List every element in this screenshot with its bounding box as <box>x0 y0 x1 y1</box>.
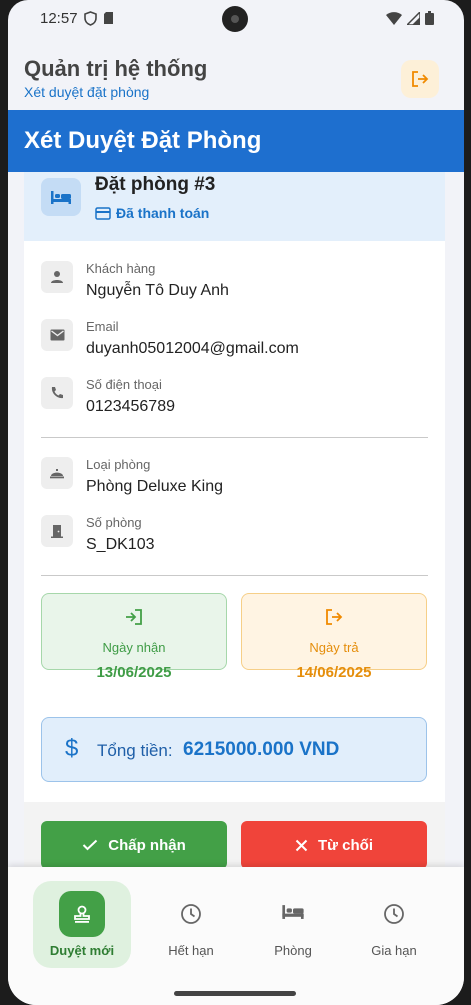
clock-icon <box>141 903 241 925</box>
divider <box>41 575 428 576</box>
check-out-box: Ngày trả 14/06/2025 <box>241 593 427 681</box>
check-out-date: 14/06/2025 <box>296 664 372 681</box>
field-customer: Khách hàng Nguyễn Tô Duy Anh <box>41 261 431 311</box>
status-time: 12:57 <box>40 10 78 27</box>
field-value: 0123456789 <box>86 398 175 415</box>
booking-card-header: Đặt phòng #3 Đã thanh toán <box>24 172 445 241</box>
home-indicator[interactable] <box>174 991 296 996</box>
shield-icon <box>84 11 97 26</box>
accept-button[interactable]: Chấp nhận <box>41 821 227 869</box>
nav-label: Phòng <box>274 943 312 958</box>
reject-button-label: Từ chối <box>317 836 374 854</box>
nav-label: Gia hạn <box>371 943 417 958</box>
nav-item-expired[interactable]: Hết hạn <box>141 881 241 971</box>
accept-button-label: Chấp nhận <box>108 836 186 854</box>
app-subtitle: Xét duyệt đặt phòng <box>24 84 150 100</box>
status-icons-right <box>386 11 434 25</box>
booking-card: Đặt phòng #3 Đã thanh toán Khách hàng Ng… <box>24 172 445 872</box>
field-room-type: Loại phòng Phòng Deluxe King <box>41 457 431 507</box>
close-icon <box>295 839 308 851</box>
bed-icon-box <box>41 178 81 216</box>
field-value: duyanh05012004@gmail.com <box>86 340 299 357</box>
field-value: Phòng Deluxe King <box>86 478 223 495</box>
check-in-label: Ngày nhận <box>102 640 166 655</box>
logout-icon <box>412 71 429 87</box>
battery-icon <box>425 11 434 25</box>
divider <box>41 437 428 438</box>
field-value: S_DK103 <box>86 536 155 553</box>
total-label: Tổng tiền: <box>97 741 173 760</box>
app-bar: Quản trị hệ thống Xét duyệt đặt phòng <box>8 46 464 110</box>
action-bar: Chấp nhận Từ chối <box>24 802 445 872</box>
field-label: Khách hàng <box>86 261 156 276</box>
sim-card-icon <box>104 12 113 24</box>
status-icons-left <box>84 11 114 26</box>
total-box: $ Tổng tiền: 6215000.000 VND <box>41 717 427 782</box>
door-icon <box>41 515 73 547</box>
login-icon <box>42 608 226 626</box>
nav-item-new-approvals[interactable]: Duyệt mới <box>32 881 132 971</box>
nav-label: Duyệt mới <box>49 943 115 958</box>
field-label: Loại phòng <box>86 457 151 472</box>
booking-number: Đặt phòng #3 <box>95 174 216 195</box>
nav-item-extensions[interactable]: Gia hạn <box>344 881 444 971</box>
nav-item-rooms[interactable]: Phòng <box>243 881 343 971</box>
screen-header: Xét Duyệt Đặt Phòng <box>8 110 464 172</box>
app-title: Quản trị hệ thống <box>24 56 208 81</box>
field-email: Email duyanh05012004@gmail.com <box>41 319 431 369</box>
screen-title: Xét Duyệt Đặt Phòng <box>24 127 262 154</box>
email-icon <box>41 319 73 351</box>
field-value: Nguyễn Tô Duy Anh <box>86 282 229 299</box>
bed-icon <box>243 903 343 920</box>
clock-icon <box>344 903 444 925</box>
payment-status-label: Đã thanh toán <box>116 205 210 221</box>
check-out-label: Ngày trả <box>309 640 359 655</box>
check-icon <box>83 839 98 851</box>
bed-icon <box>51 191 71 204</box>
total-value: 6215000.000 VND <box>183 739 340 760</box>
reject-button[interactable]: Từ chối <box>241 821 427 869</box>
field-label: Email <box>86 319 119 334</box>
front-camera <box>222 6 248 32</box>
check-in-date: 13/06/2025 <box>96 664 172 681</box>
status-bar: 12:57 <box>8 0 464 40</box>
phone-screen: 12:57 Quản trị hệ thống Xét duyệt đặt ph… <box>8 0 464 1005</box>
payment-status: Đã thanh toán <box>95 205 209 221</box>
field-phone: Số điện thoại 0123456789 <box>41 377 431 427</box>
credit-card-icon <box>95 206 111 220</box>
field-label: Số phòng <box>86 515 142 530</box>
nav-label: Hết hạn <box>168 943 214 958</box>
room-service-icon <box>41 457 73 489</box>
phone-icon <box>41 377 73 409</box>
field-room-number: Số phòng S_DK103 <box>41 515 431 565</box>
field-label: Số điện thoại <box>86 377 162 392</box>
person-icon <box>41 261 73 293</box>
dollar-icon: $ <box>65 735 79 762</box>
bottom-navigation: Duyệt mới Hết hạn Phòng Gia hạn <box>8 867 464 1005</box>
signal-icon <box>407 11 420 25</box>
logout-button[interactable] <box>401 60 439 98</box>
wifi-icon <box>386 11 402 25</box>
check-in-box: Ngày nhận 13/06/2025 <box>41 593 227 681</box>
logout-icon <box>242 608 426 626</box>
